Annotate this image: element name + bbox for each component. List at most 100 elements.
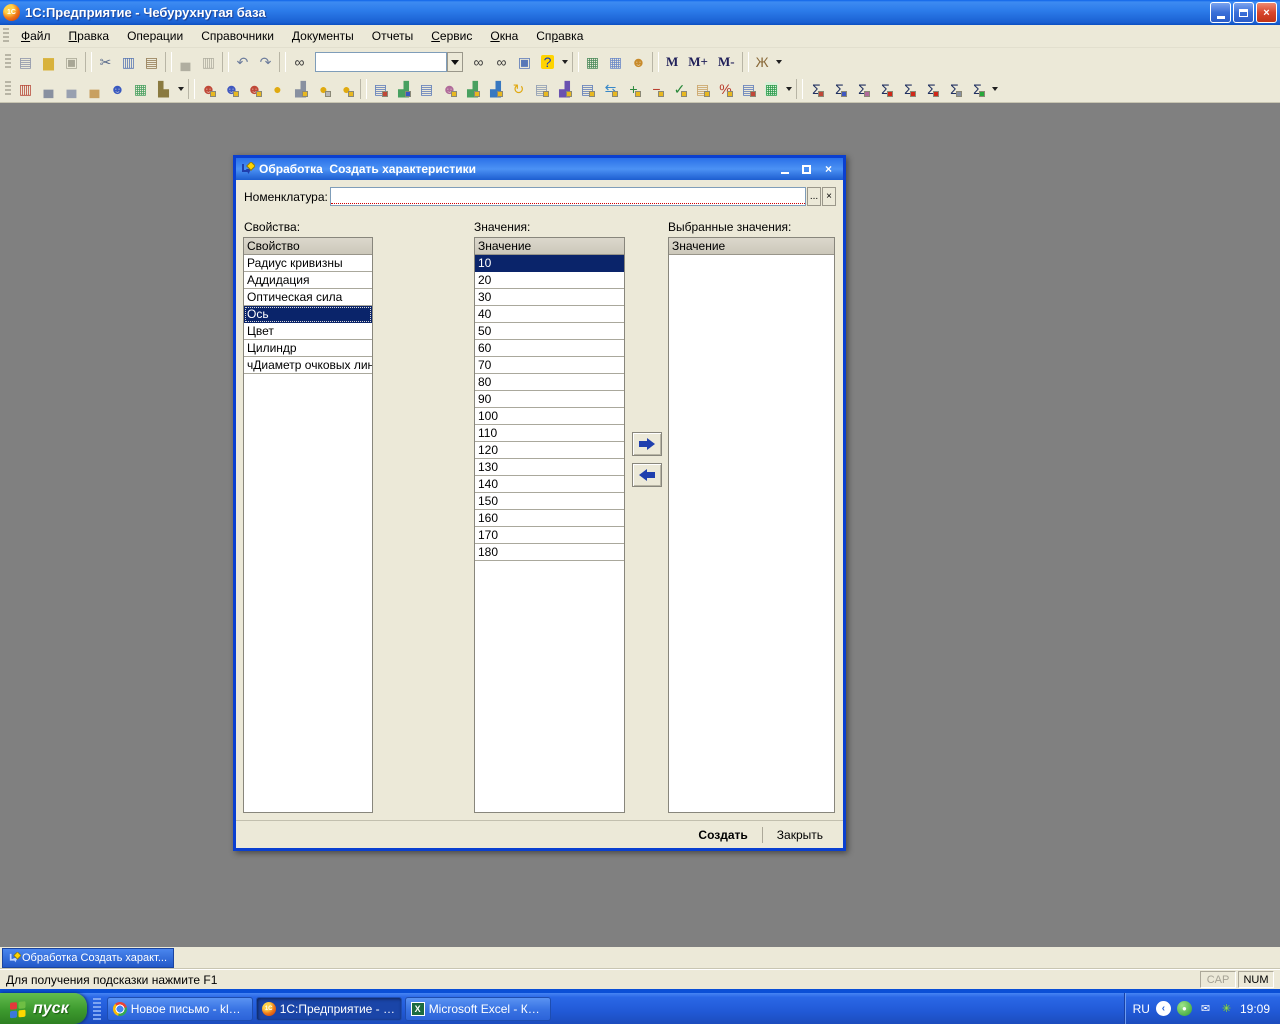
nomenclature-select-button[interactable]: ... [807,187,821,206]
sigma-cube2-icon[interactable]: Σ [897,78,920,100]
list-item[interactable]: 30 [475,289,624,306]
mail-icon[interactable]: ✉ [1198,1001,1213,1016]
list-item[interactable]: Цилиндр [244,340,372,357]
help-1c-icon[interactable]: ? [536,51,559,73]
sigma-cube-icon[interactable]: Σ [874,78,897,100]
person-coins-orange-icon[interactable]: ☻ [243,78,266,100]
open-icon[interactable]: ▆ [37,51,60,73]
list-item[interactable]: 70 [475,357,624,374]
chart-coin-icon[interactable]: ▟ [553,78,576,100]
list-item[interactable]: Оптическая сила [244,289,372,306]
print-doc3-icon[interactable]: ▄ [83,78,106,100]
doc-report-icon[interactable]: ▤ [415,78,438,100]
coins-add-icon[interactable]: + [622,78,645,100]
doc-person-icon[interactable]: ▤ [369,78,392,100]
person-coin-icon[interactable]: ☻ [438,78,461,100]
windows-list-icon[interactable]: ▣ [513,51,536,73]
menu-reports[interactable]: Отчеты [363,26,422,46]
structure-tree-icon[interactable]: ▦ [760,78,783,100]
save-icon[interactable]: ▣ [60,51,83,73]
list-item[interactable]: 40 [475,306,624,323]
menu-operations[interactable]: Операции [118,26,192,46]
create-button[interactable]: Создать [686,825,759,845]
icq-icon[interactable]: ✳ [1219,1001,1234,1016]
doc-refresh-icon[interactable]: ⇆ [599,78,622,100]
list-item[interactable]: 120 [475,442,624,459]
sigma-doc-icon[interactable]: Σ [920,78,943,100]
redo-icon[interactable]: ↷ [254,51,277,73]
sigma-lines-icon[interactable]: Σ [943,78,966,100]
list-item[interactable]: 140 [475,476,624,493]
list-item[interactable]: 170 [475,527,624,544]
list-item[interactable]: 10 [475,255,624,272]
reports-journal-icon[interactable]: ▥ [14,78,37,100]
sigma-person-red-icon[interactable]: Σ [805,78,828,100]
list-item[interactable]: 90 [475,391,624,408]
person-coins-blue-icon[interactable]: ☻ [220,78,243,100]
list-item[interactable]: Радиус кривизны [244,255,372,272]
service-settings-icon[interactable]: Ж [751,51,774,73]
list-item[interactable]: 150 [475,493,624,510]
dialog-minimize-button[interactable] [777,162,792,176]
calculator-icon[interactable]: ▦ [581,51,604,73]
list-item[interactable]: 160 [475,510,624,527]
dialog-close-button[interactable]: × [821,162,836,176]
coins-check-icon[interactable]: ✓ [668,78,691,100]
coins-percent-icon[interactable]: % [714,78,737,100]
print-preview-icon[interactable]: ▥ [197,51,220,73]
list-item[interactable]: 130 [475,459,624,476]
dialog-maximize-button[interactable] [799,162,814,176]
list-item[interactable]: Ось [244,306,372,323]
collapse-tray-icon[interactable]: ‹ [1156,1001,1171,1016]
find-previous-icon[interactable]: ∞ [490,51,513,73]
menu-windows[interactable]: Окна [481,26,527,46]
user-lock-icon[interactable]: ☻ [627,51,650,73]
quick-search-input[interactable] [315,52,447,72]
close-dialog-button[interactable]: Закрыть [765,825,835,845]
coins-remove-icon[interactable]: − [645,78,668,100]
menu-file[interactable]: Файл [12,26,60,46]
find-next-icon[interactable]: ∞ [467,51,490,73]
start-button[interactable]: пуск [0,993,87,1024]
clock[interactable]: 19:09 [1240,1002,1270,1016]
new-document-icon[interactable]: ▤ [14,51,37,73]
help-dropdown-icon[interactable] [559,52,570,72]
monitor-minus-button[interactable]: М- [713,52,740,72]
messenger-icon[interactable]: ● [1177,1001,1192,1016]
menu-help[interactable]: Справка [527,26,592,46]
list-item[interactable]: Цвет [244,323,372,340]
list-item[interactable]: 50 [475,323,624,340]
menu-edit[interactable]: Правка [60,26,119,46]
list-item[interactable]: 20 [475,272,624,289]
list-column-header[interactable]: Значение [669,238,834,255]
monitor-button[interactable]: М [661,52,683,72]
minimize-button[interactable] [1210,2,1231,23]
copy-icon[interactable]: ▥ [117,51,140,73]
totals-dropdown-icon[interactable] [989,79,1000,99]
window-tab-active[interactable]: Обработка Создать характ... [2,948,174,968]
list-item[interactable]: 100 [475,408,624,425]
operations-dropdown-icon[interactable] [783,79,794,99]
paste-icon[interactable]: ▤ [140,51,163,73]
coins-icon[interactable]: ● [266,78,289,100]
close-button[interactable]: × [1256,2,1277,23]
employees-icon[interactable]: ☻ [106,78,129,100]
coins-stack-icon[interactable]: ● [312,78,335,100]
sigma-check-icon[interactable]: Σ [966,78,989,100]
list-item[interactable]: чДиаметр очковых линз [244,357,372,374]
menu-service[interactable]: Сервис [422,26,481,46]
move-left-button[interactable] [632,463,662,487]
taskbar-task[interactable]: Новое письмо - klerlt... [107,997,253,1021]
undo-icon[interactable]: ↶ [231,51,254,73]
move-right-button[interactable] [632,432,662,456]
list-column-header[interactable]: Свойство [244,238,372,255]
coins-pile-icon[interactable]: ● [335,78,358,100]
person-coins-red-icon[interactable]: ☻ [197,78,220,100]
chart-coins2-icon[interactable]: ▟ [484,78,507,100]
cut-icon[interactable]: ✂ [94,51,117,73]
list-item[interactable]: 60 [475,340,624,357]
list-column-header[interactable]: Значение [475,238,624,255]
list-item[interactable]: 180 [475,544,624,561]
print-doc-icon[interactable]: ▄ [37,78,60,100]
nomenclature-clear-button[interactable]: × [822,187,836,206]
